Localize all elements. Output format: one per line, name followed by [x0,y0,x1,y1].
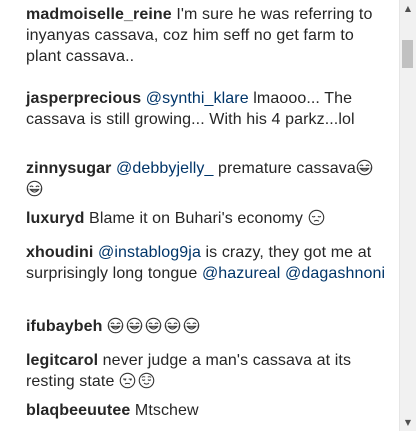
pensive-emoji-icon [308,209,325,226]
laughing-crying-emoji-icon [356,159,373,176]
comment-username[interactable]: madmoiselle_reine [26,6,172,23]
comment-item: blaqbeeuutee Mtschew [26,400,390,421]
comment-username[interactable]: luxuryd [26,210,85,227]
comment-username[interactable]: xhoudini [26,244,93,261]
comment-item: madmoiselle_reine I'm sure he was referr… [26,4,390,67]
laughing-crying-emoji-icon [164,317,181,334]
vertical-scrollbar[interactable]: ▲ ▼ [399,0,416,431]
comment-username[interactable]: legitcarol [26,352,98,369]
laughing-crying-emoji-icon [107,317,124,334]
comment-mention[interactable]: @debbyjelly_ [116,160,214,177]
laughing-crying-emoji-icon [145,317,162,334]
scrollbar-thumb[interactable] [402,40,413,68]
comment-mention[interactable]: @synthi_klare [146,90,249,107]
comment-item: legitcarol never judge a man's cassava a… [26,350,390,392]
comment-mention[interactable]: @instablog9ja [98,244,201,261]
comment-item: ifubaybeh [26,316,390,337]
comment-username[interactable]: jasperprecious [26,90,141,107]
comment-text: premature cassava [213,160,356,177]
laughing-crying-emoji-icon [26,180,43,197]
comment-mention[interactable]: @dagashnoni [285,265,385,282]
scroll-down-arrow-icon[interactable]: ▼ [400,414,416,431]
laughing-crying-emoji-icon [183,317,200,334]
comment-list[interactable]: madmoiselle_reine I'm sure he was referr… [0,0,396,431]
comment-username[interactable]: ifubaybeh [26,318,102,335]
comment-item: xhoudini @instablog9ja is crazy, they go… [26,242,390,284]
comment-text: Blame it on Buhari's economy [84,210,308,227]
comment-username[interactable]: blaqbeeuutee [26,402,130,419]
comment-item: luxuryd Blame it on Buhari's economy [26,208,390,229]
comment-mention[interactable]: @hazureal [202,265,281,282]
comment-text: Mtschew [130,402,199,419]
relieved-emoji-icon [138,372,155,389]
unamused-emoji-icon [119,372,136,389]
comment-item: jasperprecious @synthi_klare lmaooo... T… [26,88,390,130]
laughing-crying-emoji-icon [126,317,143,334]
comment-username[interactable]: zinnysugar [26,160,111,177]
comment-item: zinnysugar @debbyjelly_ premature cassav… [26,158,390,200]
scroll-up-arrow-icon[interactable]: ▲ [400,0,416,17]
